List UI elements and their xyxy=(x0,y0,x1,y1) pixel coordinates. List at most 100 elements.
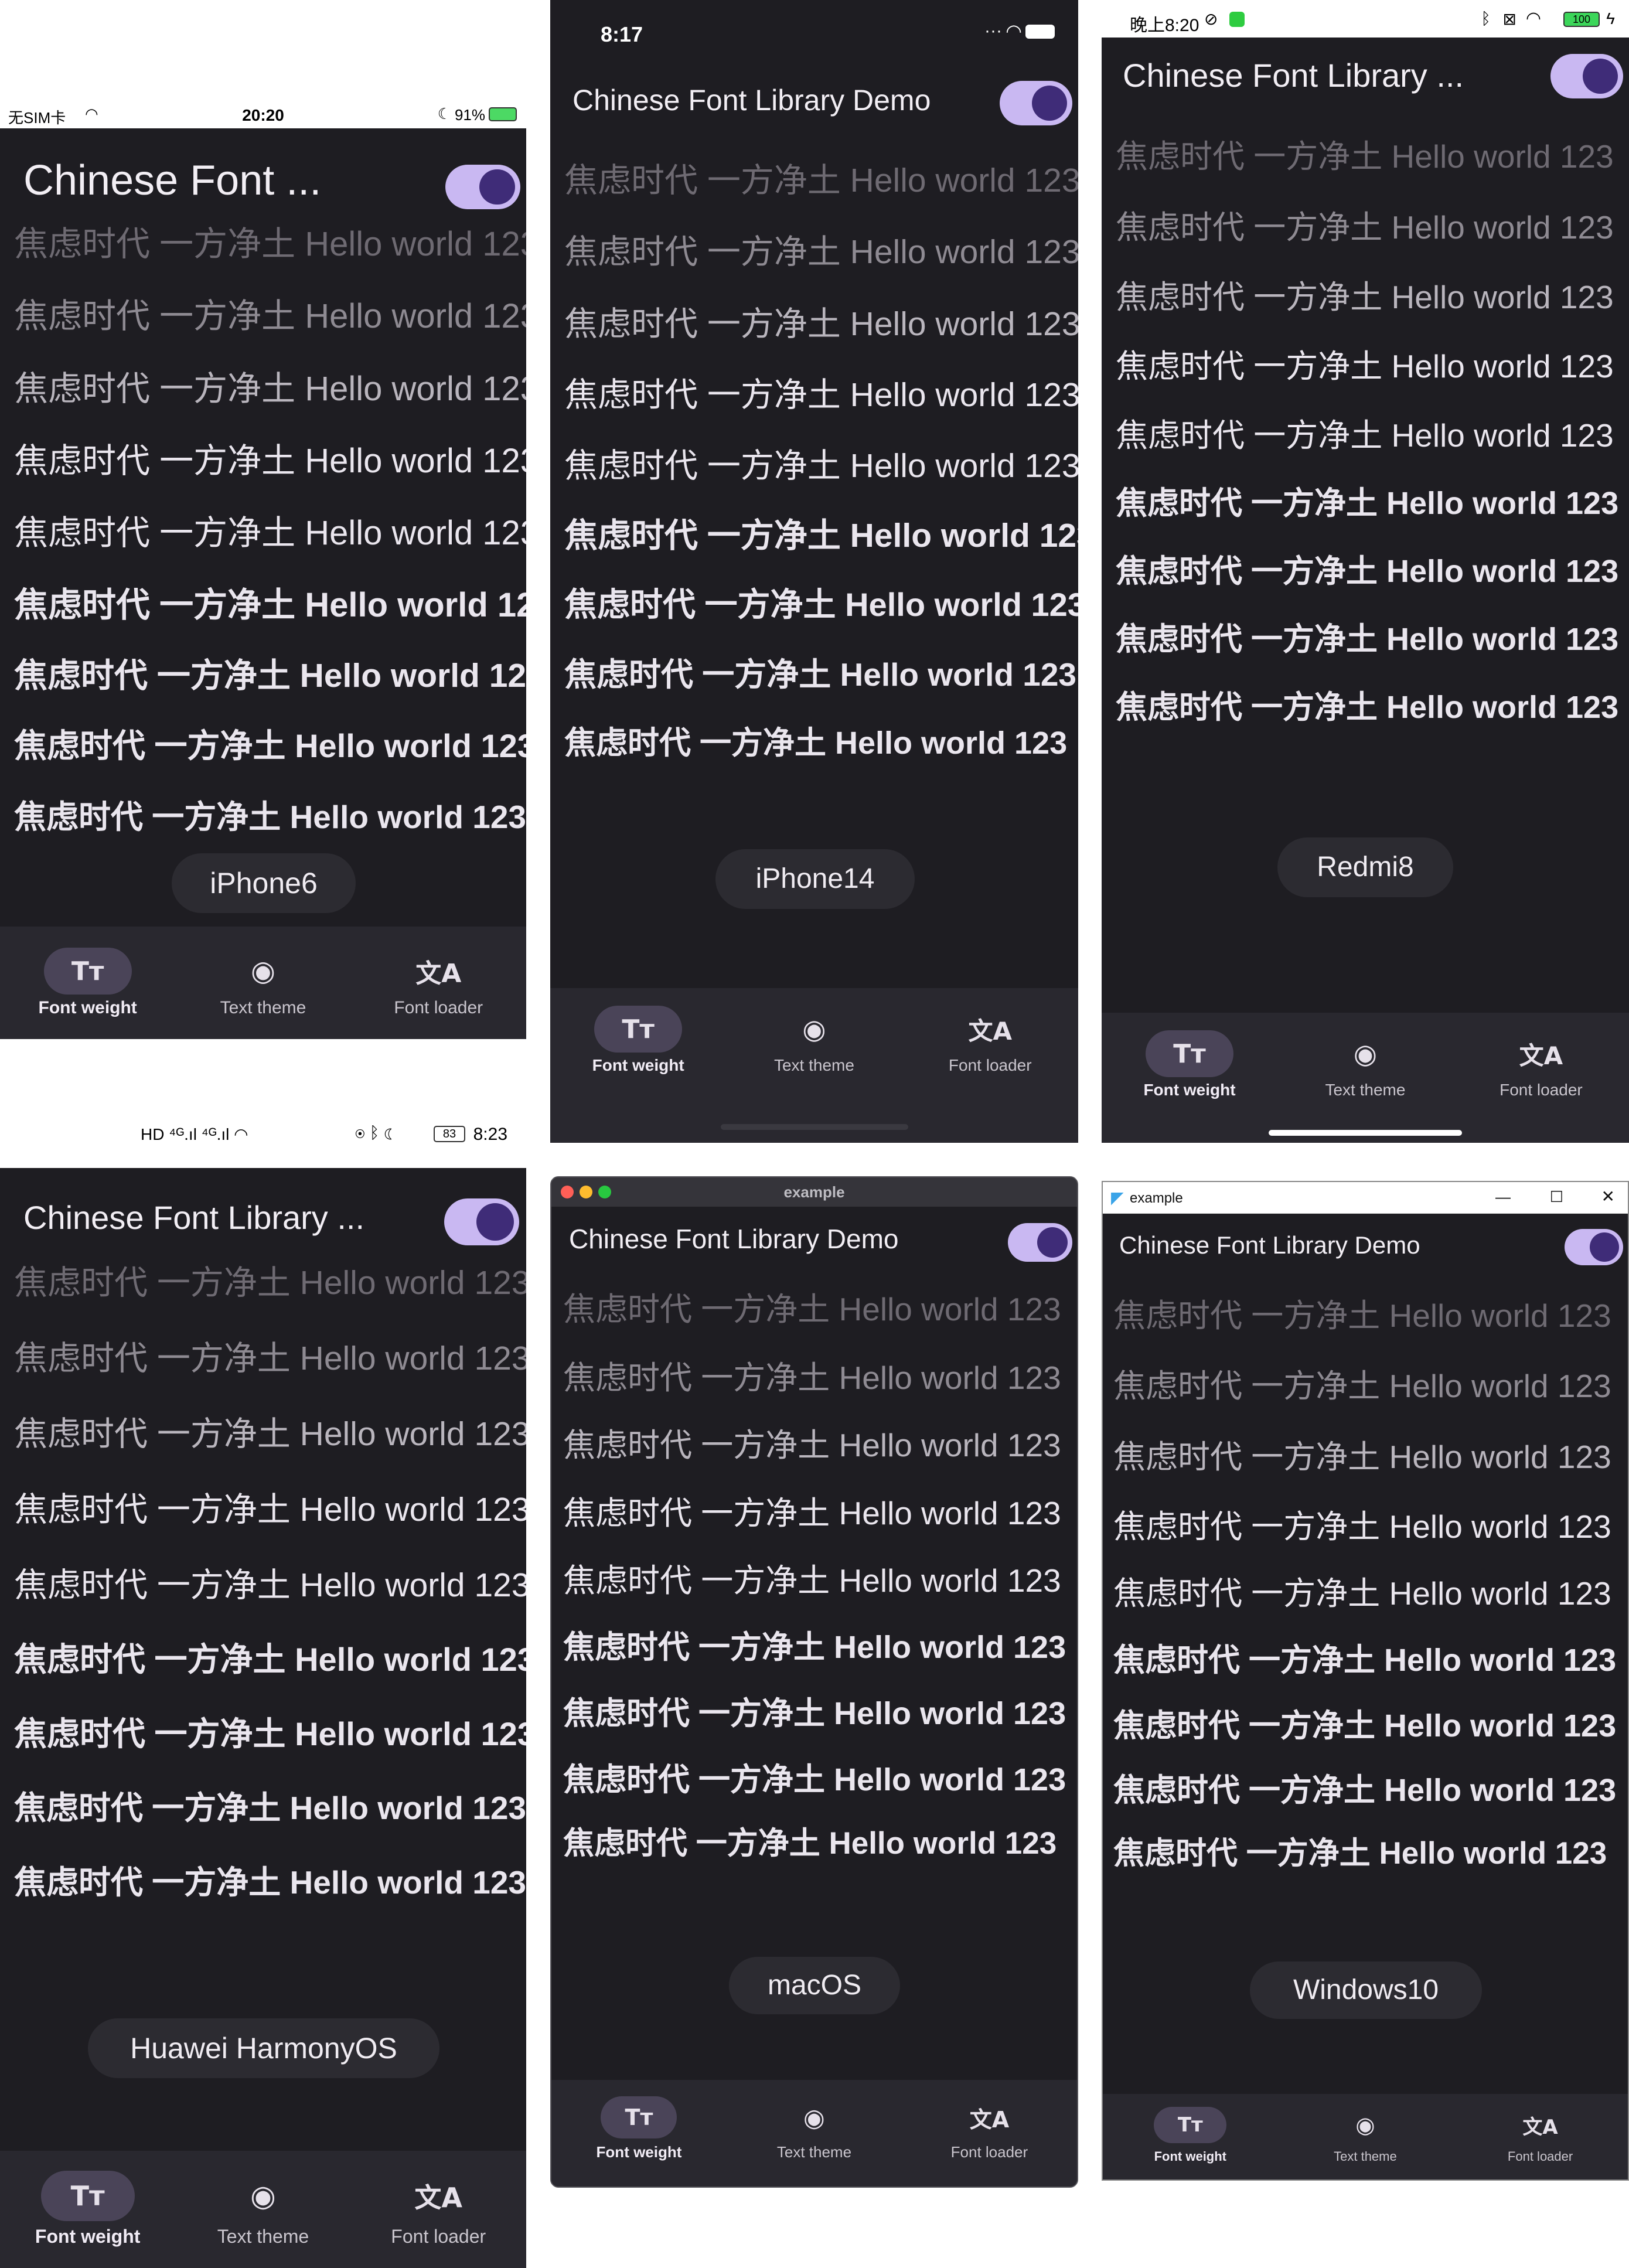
nav-font-weight[interactable]: Tт Font weight xyxy=(0,927,175,1039)
text-fields-icon: Tт xyxy=(40,2171,135,2221)
signal-icon: ··· xyxy=(984,21,1002,40)
sample-row-w500: 焦虑时代 一方净土 Hello world 123 xyxy=(1113,1575,1611,1612)
nav-font-weight[interactable]: Tт Font weight xyxy=(1103,2094,1278,2180)
sample-row-w600: 焦虑时代 一方净土 Hello world 123 xyxy=(1113,1643,1617,1678)
sample-row-w400: 焦虑时代 一方净土 Hello world 123 xyxy=(564,376,1078,414)
sample-row-w800: 焦虑时代 一方净土 Hello world 123 xyxy=(1116,622,1619,657)
wifi-icon: ◠ xyxy=(1525,9,1541,28)
sample-row-w900: 焦虑时代 一方净土 Hello world 123 xyxy=(1113,1836,1607,1871)
nav-text-theme[interactable]: ◉ Text theme xyxy=(726,988,902,1143)
device-iphone6: 无SIM卡 ◠ 20:20 ☾ 91% Chinese Font ... 焦虑时… xyxy=(0,101,526,1039)
page-title: Chinese Font ... xyxy=(23,157,322,204)
battery-icon xyxy=(1025,25,1055,39)
sample-row-w400: 焦虑时代 一方净土 Hello world 123 xyxy=(563,1495,1061,1531)
theme-toggle[interactable] xyxy=(445,165,520,209)
theme-toggle[interactable] xyxy=(1550,54,1623,98)
sample-row-w700: 焦虑时代 一方净土 Hello world 123 xyxy=(1116,554,1619,589)
nav-font-weight[interactable]: Tт Font weight xyxy=(1102,1013,1277,1143)
sample-row-w800: 焦虑时代 一方净土 Hello world 123 xyxy=(1113,1773,1617,1808)
sample-row-w400: 焦虑时代 一方净土 Hello world 123 xyxy=(14,1491,526,1528)
maximize-window-button[interactable]: ☐ xyxy=(1550,1188,1563,1206)
status-bar: 无SIM卡 ◠ 20:20 ☾ 91% xyxy=(0,101,526,128)
nav-label: Font loader xyxy=(394,998,483,1017)
nav-text-theme[interactable]: ◉ Text theme xyxy=(175,2151,350,2268)
sample-row-w300: 焦虑时代 一方净土 Hello world 123 xyxy=(14,370,526,408)
sample-row-w500: 焦虑时代 一方净土 Hello world 123 xyxy=(14,1567,526,1604)
text-fields-icon: Tт xyxy=(1154,2107,1227,2143)
device-redmi8: 晚上8:20 ⊘ ᛒ ⊠ ◠ 100 ϟ Chinese Font Librar… xyxy=(1102,0,1629,1143)
sample-row-w200: 焦虑时代 一方净土 Hello world 123 xyxy=(563,1360,1061,1396)
page-title: Chinese Font Library ... xyxy=(23,1199,365,1236)
device-harmony: HD ⁴ᴳ.ıl ⁴ᴳ.ıl ◠ ◉ ᛒ ☾ 83 8:23 Chinese F… xyxy=(0,1098,526,2268)
sample-row-w900: 焦虑时代 一方净土 Hello world 123 xyxy=(14,1864,526,1901)
palette-icon: ◉ xyxy=(1353,1038,1378,1070)
nav-font-loader[interactable]: 文A Font loader xyxy=(902,2080,1077,2187)
nav-label: Font weight xyxy=(592,1056,684,1074)
home-indicator xyxy=(720,1124,908,1130)
sample-row-w100: 焦虑时代 一方净土 Hello world 123 xyxy=(564,162,1078,199)
translate-icon: 文A xyxy=(414,2182,463,2213)
sample-row-w500: 焦虑时代 一方净土 Hello world 123 xyxy=(563,1562,1061,1599)
nav-text-theme[interactable]: ◉ Text theme xyxy=(727,2080,902,2187)
toggle-knob xyxy=(1590,1232,1619,1262)
sample-row-w800: 焦虑时代 一方净土 Hello world 123 xyxy=(564,656,1077,693)
close-window-button[interactable]: ✕ xyxy=(1601,1187,1615,1206)
translate-icon: 文A xyxy=(969,2106,1010,2133)
minimize-window-button[interactable]: — xyxy=(1495,1188,1511,1206)
app-bar: Chinese Font Library Demo xyxy=(550,64,1078,141)
theme-toggle[interactable] xyxy=(1000,81,1072,125)
sample-row-w700: 焦虑时代 一方净土 Hello world 123 xyxy=(14,1715,526,1752)
font-weight-list: 焦虑时代 一方净土 Hello world 123 焦虑时代 一方净土 Hell… xyxy=(551,1283,1077,1898)
device-chip: Windows10 xyxy=(1250,1961,1482,2019)
device-chip: iPhone14 xyxy=(715,849,915,909)
translate-icon: 文A xyxy=(1519,1041,1563,1070)
carrier-text: 无SIM卡 xyxy=(8,109,66,127)
nav-font-loader[interactable]: 文A Font loader xyxy=(351,2151,526,2268)
window-title: example xyxy=(1130,1190,1183,1206)
bottom-navigation: Tт Font weight ◉ Text theme 文A Font load… xyxy=(0,2151,526,2268)
device-chip: Redmi8 xyxy=(1277,837,1453,897)
bluetooth-icon: ᛒ xyxy=(1481,9,1491,28)
nav-font-weight[interactable]: Tт Font weight xyxy=(0,2151,175,2268)
status-bar: HD ⁴ᴳ.ıl ⁴ᴳ.ıl ◠ ◉ ᛒ ☾ 83 8:23 xyxy=(0,1098,526,1168)
status-time: 8:17 xyxy=(601,22,643,46)
nav-font-weight[interactable]: Tт Font weight xyxy=(551,2080,727,2187)
nav-label: Text theme xyxy=(217,2226,309,2247)
bottom-navigation: Tт Font weight ◉ Text theme 文A Font load… xyxy=(1103,2094,1628,2180)
nav-font-loader[interactable]: 文A Font loader xyxy=(1453,1013,1629,1143)
app-bar: Chinese Font Library ... xyxy=(1102,38,1629,114)
status-bar: 8:17 ··· ◠ xyxy=(550,0,1078,64)
toggle-knob xyxy=(1031,85,1068,121)
signal-icons: HD ⁴ᴳ.ıl ⁴ᴳ.ıl ◠ xyxy=(141,1125,248,1143)
text-fields-icon: Tт xyxy=(594,1006,683,1053)
theme-toggle[interactable] xyxy=(1565,1229,1623,1265)
palette-icon: ◉ xyxy=(802,1013,826,1045)
nav-text-theme[interactable]: ◉ Text theme xyxy=(1278,2094,1453,2180)
page-title: Chinese Font Library ... xyxy=(1123,57,1464,94)
toggle-knob xyxy=(479,169,516,205)
sample-row-w900: 焦虑时代 一方净土 Hello world 123 xyxy=(564,726,1068,761)
sample-row-w800: 焦虑时代 一方净土 Hello world 123 xyxy=(14,1790,526,1826)
sample-row-w100: 焦虑时代 一方净土 Hello world 123 xyxy=(1113,1298,1611,1334)
sample-row-w800: 焦虑时代 一方净土 Hello world 123 xyxy=(14,727,526,764)
theme-toggle[interactable] xyxy=(444,1198,519,1245)
sample-row-w900: 焦虑时代 一方净土 Hello world 123 xyxy=(14,799,526,835)
theme-toggle[interactable] xyxy=(1008,1223,1072,1262)
minimize-window-button[interactable] xyxy=(580,1186,592,1198)
nav-label: Font weight xyxy=(35,2226,141,2247)
toggle-knob xyxy=(1582,58,1618,94)
nav-font-loader[interactable]: 文A Font loader xyxy=(1453,2094,1628,2180)
close-window-button[interactable] xyxy=(561,1186,574,1198)
maximize-window-button[interactable] xyxy=(598,1186,611,1198)
text-fields-icon: Tт xyxy=(601,2096,677,2138)
nav-text-theme[interactable]: ◉ Text theme xyxy=(1277,1013,1453,1143)
nav-label: Text theme xyxy=(773,1056,854,1074)
nav-text-theme[interactable]: ◉ Text theme xyxy=(175,927,350,1039)
nav-label: Font loader xyxy=(948,1056,1032,1074)
nav-font-weight[interactable]: Tт Font weight xyxy=(550,988,726,1143)
sample-row-w600: 焦虑时代 一方净土 Hello world 123 xyxy=(1116,486,1619,521)
font-weight-list: 焦虑时代 一方净土 Hello world 123 焦虑时代 一方净土 Hell… xyxy=(1102,130,1629,745)
nav-font-loader[interactable]: 文A Font loader xyxy=(351,927,526,1039)
window-title: example xyxy=(783,1183,845,1201)
nav-font-loader[interactable]: 文A Font loader xyxy=(902,988,1078,1143)
